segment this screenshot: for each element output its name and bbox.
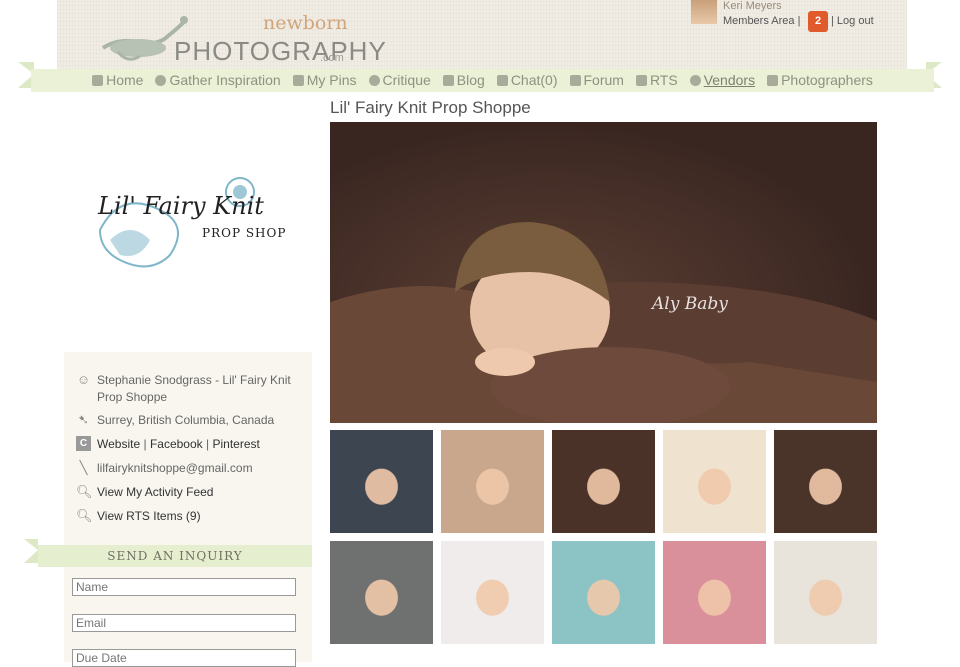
hero-watermark: Aly Baby <box>652 294 728 314</box>
location-text: Surrey, British Columbia, Canada <box>97 413 275 427</box>
nav-label: Critique <box>382 72 431 88</box>
rts-items-link[interactable]: View RTS Items (9) <box>97 508 297 525</box>
nav-label: RTS <box>649 72 678 88</box>
star-icon <box>442 75 454 86</box>
logo-newborn-text: newborn <box>263 12 348 34</box>
separator: | <box>831 15 834 27</box>
email-input[interactable] <box>72 614 296 632</box>
nav-rts[interactable]: RTS <box>635 69 678 92</box>
inquiry-header: SEND AN INQUIRY <box>38 545 312 567</box>
user-name[interactable]: Keri Meyers <box>723 0 782 12</box>
hero-photo[interactable]: Aly Baby <box>330 122 877 423</box>
notification-badge[interactable]: 2 <box>808 11 828 32</box>
logout-link[interactable]: | Log out <box>831 15 874 27</box>
website-link[interactable]: Website <box>97 437 140 451</box>
nav-photographers[interactable]: Photographers <box>767 69 873 92</box>
due-date-input[interactable] <box>72 649 296 667</box>
vendor-logo: Lil' Fairy Knit PROP SHOP <box>90 170 290 280</box>
avatar[interactable] <box>691 0 717 24</box>
logo-photography-text: PHOTOGRAPHY <box>174 36 387 66</box>
thumbnail-photo[interactable] <box>774 430 877 533</box>
email-row: ╲ lilfairyknitshoppe@gmail.com <box>76 460 297 477</box>
page-title: Lil' Fairy Knit Prop Shoppe <box>330 98 531 117</box>
pin-icon <box>292 75 304 86</box>
camera-icon <box>767 75 779 86</box>
location-icon: ➷ <box>78 412 89 427</box>
owner-row: ☺ Stephanie Snodgrass - Lil' Fairy Knit … <box>76 372 297 406</box>
thumbnail-photo[interactable] <box>441 541 544 644</box>
inquiry-title: SEND AN INQUIRY <box>107 549 243 563</box>
inquiry-ribbon-tail <box>24 539 38 563</box>
nav-label: Vendors <box>703 72 756 88</box>
links-text: Website | Facebook | Pinterest <box>97 436 297 453</box>
separator: | <box>206 437 210 451</box>
nav-vendors[interactable]: Vendors <box>689 69 756 92</box>
logo-com-text: .com <box>320 52 344 64</box>
chat-icon <box>496 75 508 86</box>
activity-feed-link[interactable]: View My Activity Feed <box>97 484 297 501</box>
logout-label[interactable]: Log out <box>837 15 874 27</box>
thumbnail-photo[interactable] <box>552 430 655 533</box>
facebook-link[interactable]: Facebook <box>150 437 203 451</box>
pinterest-link[interactable]: Pinterest <box>212 437 259 451</box>
nav-label: Blog <box>456 72 485 88</box>
thumbnail-photo[interactable] <box>663 430 766 533</box>
magnifier-icon: 🔍︎ <box>76 484 93 499</box>
link-icon: C <box>76 436 91 451</box>
vendor-logo-script: Lil' Fairy Knit <box>98 192 264 220</box>
members-area-label[interactable]: Members Area <box>723 15 795 27</box>
teddy-icon: ☺ <box>76 372 91 387</box>
separator: | <box>143 437 147 451</box>
site-logo[interactable]: newborn PHOTOGRAPHY .com <box>98 8 386 66</box>
magnifier-icon: 🔍︎ <box>76 508 93 523</box>
rts-row: 🔍︎ View RTS Items (9) <box>76 508 297 525</box>
heart-icon <box>368 75 380 86</box>
nav-critique[interactable]: Critique <box>368 69 431 92</box>
thumbnail-photo[interactable] <box>663 541 766 644</box>
baby-photo-art <box>330 222 877 423</box>
nav-blog[interactable]: Blog <box>442 69 485 92</box>
vendor-logo-sub: PROP SHOP <box>202 226 287 240</box>
nav-label: Photographers <box>781 72 873 88</box>
forum-icon <box>569 75 581 86</box>
main-nav: Home Gather Inspiration My Pins Critique… <box>31 69 934 92</box>
bulb-icon <box>155 75 167 86</box>
nav-my-pins[interactable]: My Pins <box>292 69 357 92</box>
pen-icon: ╲ <box>79 460 88 475</box>
tag-icon <box>635 75 647 86</box>
email-link[interactable]: lilfairyknitshoppe@gmail.com <box>97 460 297 477</box>
activity-row: 🔍︎ View My Activity Feed <box>76 484 297 501</box>
home-icon <box>92 75 104 86</box>
paisley-icon <box>98 177 255 268</box>
members-area-link[interactable]: Members Area | <box>723 15 800 27</box>
location-row: ➷ Surrey, British Columbia, Canada <box>76 412 297 429</box>
thumbnail-grid <box>330 430 878 644</box>
name-input[interactable] <box>72 578 296 596</box>
nav-home[interactable]: Home <box>92 69 143 92</box>
nav-label: Gather Inspiration <box>169 72 281 88</box>
thumbnail-photo[interactable] <box>774 541 877 644</box>
thumbnail-photo[interactable] <box>330 541 433 644</box>
thumbnail-photo[interactable] <box>330 430 433 533</box>
links-row: C Website | Facebook | Pinterest <box>76 436 297 453</box>
nav-chat[interactable]: Chat(0) <box>496 69 558 92</box>
vendor-icon <box>689 75 701 86</box>
nav-label: Chat(0) <box>510 72 558 88</box>
separator: | <box>797 15 801 27</box>
nav-gather-inspiration[interactable]: Gather Inspiration <box>155 69 281 92</box>
thumbnail-photo[interactable] <box>441 430 544 533</box>
nav-label: My Pins <box>306 72 357 88</box>
nav-label: Forum <box>583 72 624 88</box>
thumbnail-photo[interactable] <box>552 541 655 644</box>
nav-label: Home <box>106 72 144 88</box>
nav-forum[interactable]: Forum <box>569 69 624 92</box>
owner-text: Stephanie Snodgrass - Lil' Fairy Knit Pr… <box>97 373 291 404</box>
